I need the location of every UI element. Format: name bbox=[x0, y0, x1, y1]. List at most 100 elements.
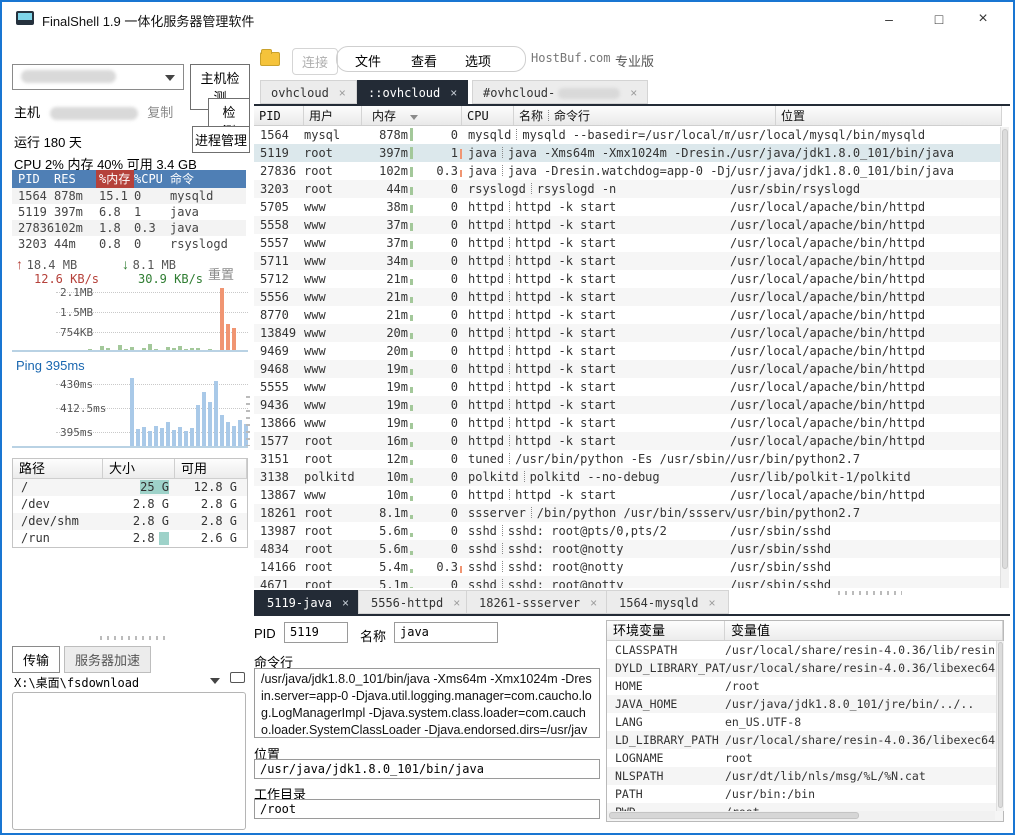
col-user[interactable]: 用户 bbox=[304, 106, 362, 125]
connect-button[interactable]: 连接 bbox=[292, 48, 338, 75]
col-cpu[interactable]: CPU bbox=[462, 106, 514, 125]
process-row[interactable]: 9468www19m0httpdhttpd -k start/usr/local… bbox=[254, 360, 1002, 378]
tab-transfer[interactable]: 传输 bbox=[12, 646, 60, 673]
col-env-value[interactable]: 变量值 bbox=[725, 621, 1003, 640]
host-combo[interactable] bbox=[12, 64, 184, 90]
cmdline-field[interactable]: /usr/java/jdk1.8.0_101/bin/java -Xms64m … bbox=[254, 668, 600, 738]
splitter-handle[interactable] bbox=[246, 396, 250, 446]
process-manage-button[interactable]: 进程管理 bbox=[192, 126, 250, 153]
menu-options[interactable]: 选项 bbox=[456, 48, 500, 73]
env-row[interactable]: NLSPATH/usr/dt/lib/nls/msg/%L/%N.cat bbox=[607, 767, 1003, 785]
open-folder-icon[interactable] bbox=[230, 672, 245, 683]
mini-table-row[interactable]: 320344m0.80rsyslogd bbox=[12, 236, 246, 252]
process-row[interactable]: 3151root12m0tuned/usr/bin/python -Es /us… bbox=[254, 450, 1002, 468]
process-row[interactable]: 5558www37m0httpdhttpd -k start/usr/local… bbox=[254, 216, 1002, 234]
col-pid[interactable]: PID bbox=[254, 106, 304, 125]
pro-version-link[interactable]: 专业版 bbox=[606, 48, 663, 73]
col-mem[interactable]: 内存 bbox=[362, 106, 462, 125]
close-icon[interactable]: × bbox=[342, 596, 349, 610]
mini-header-cell[interactable]: RES bbox=[54, 170, 96, 188]
process-row[interactable]: 27836root102m0.3javajava -Dresin.watchdo… bbox=[254, 162, 1002, 180]
folder-icon[interactable] bbox=[260, 52, 280, 66]
process-row[interactable]: 13849www20m0httpdhttpd -k start/usr/loca… bbox=[254, 324, 1002, 342]
detail-tab-5119-java[interactable]: 5119-java× bbox=[254, 590, 362, 614]
process-row[interactable]: 9469www20m0httpdhttpd -k start/usr/local… bbox=[254, 342, 1002, 360]
process-row[interactable]: 5555www19m0httpdhttpd -k start/usr/local… bbox=[254, 378, 1002, 396]
env-row[interactable]: LD_LIBRARY_PATH/usr/local/share/resin-4.… bbox=[607, 731, 1003, 749]
mini-header-cell[interactable]: PID bbox=[12, 170, 54, 188]
location-field[interactable]: /usr/java/jdk1.8.0_101/bin/java bbox=[254, 759, 600, 779]
disk-table-row[interactable]: /25 G12.8 G bbox=[13, 479, 247, 496]
process-row[interactable]: 1564mysql878m0mysqldmysqld --basedir=/us… bbox=[254, 126, 1002, 144]
process-row[interactable]: 13866www19m0httpdhttpd -k start/usr/loca… bbox=[254, 414, 1002, 432]
process-row[interactable]: 5711www34m0httpdhttpd -k start/usr/local… bbox=[254, 252, 1002, 270]
transfer-list[interactable] bbox=[12, 692, 246, 830]
process-table-scrollbar[interactable] bbox=[1000, 127, 1009, 588]
close-icon[interactable]: × bbox=[708, 596, 715, 610]
disk-table-row[interactable]: /dev/shm2.8 G2.8 G bbox=[13, 513, 247, 530]
process-row[interactable]: 5705www38m0httpdhttpd -k start/usr/local… bbox=[254, 198, 1002, 216]
process-row[interactable]: 8770www21m0httpdhttpd -k start/usr/local… bbox=[254, 306, 1002, 324]
process-row[interactable]: 4671root5.1m0sshdsshd: root@notty/usr/sb… bbox=[254, 576, 1002, 588]
process-row[interactable]: 1577root16m0httpdhttpd -k start/usr/loca… bbox=[254, 432, 1002, 450]
minimize-button[interactable]: – bbox=[874, 8, 904, 30]
process-row[interactable]: 14166root5.4m0.3sshdsshd: root@notty/usr… bbox=[254, 558, 1002, 576]
menu-view[interactable]: 查看 bbox=[402, 48, 446, 73]
mini-table-row[interactable]: 27836102m1.80.3java bbox=[12, 220, 246, 236]
process-row[interactable]: 13987root5.6m0sshdsshd: root@pts/0,pts/2… bbox=[254, 522, 1002, 540]
splitter-handle[interactable] bbox=[100, 636, 170, 640]
process-row[interactable]: 5119root397m1javajava -Xms64m -Xmx1024m … bbox=[254, 144, 1002, 162]
process-row[interactable]: 3203root44m0rsyslogdrsyslogd -n/usr/sbin… bbox=[254, 180, 1002, 198]
env-row[interactable]: JAVA_HOME/usr/java/jdk1.8.0_101/jre/bin/… bbox=[607, 695, 1003, 713]
process-row[interactable]: 9436www19m0httpdhttpd -k start/usr/local… bbox=[254, 396, 1002, 414]
disk-col-size[interactable]: 大小 bbox=[103, 459, 175, 478]
disk-col-free[interactable]: 可用 bbox=[175, 459, 247, 478]
tab-server-accel[interactable]: 服务器加速 bbox=[64, 646, 151, 673]
menu-file[interactable]: 文件 bbox=[346, 48, 390, 73]
detail-tab-1564-mysqld[interactable]: 1564-mysqld× bbox=[606, 590, 729, 614]
mini-header-cell[interactable]: 命令 bbox=[170, 170, 246, 188]
env-row[interactable]: LANGen_US.UTF-8 bbox=[607, 713, 1003, 731]
disk-table-row[interactable]: /run2.8 G2.6 G bbox=[13, 530, 247, 547]
mini-table-row[interactable]: 1564878m15.10mysqld bbox=[12, 188, 246, 204]
process-row[interactable]: 4834root5.6m0sshdsshd: root@notty/usr/sb… bbox=[254, 540, 1002, 558]
maximize-button[interactable]: □ bbox=[924, 8, 954, 30]
disk-col-path[interactable]: 路径 bbox=[13, 459, 103, 478]
pid-field[interactable]: 5119 bbox=[284, 622, 348, 643]
close-icon[interactable]: × bbox=[453, 596, 460, 610]
detail-tab-18261-ssserver[interactable]: 18261-ssserver× bbox=[466, 590, 610, 614]
env-row[interactable]: DYLD_LIBRARY_PATH/usr/local/share/resin-… bbox=[607, 659, 1003, 677]
close-icon[interactable]: × bbox=[630, 86, 637, 100]
process-row[interactable]: 18261root8.1m0ssserver/bin/python /usr/b… bbox=[254, 504, 1002, 522]
session-tab-ovhcloud[interactable]: ovhcloud× bbox=[260, 80, 357, 104]
path-dropdown-icon[interactable] bbox=[210, 678, 220, 684]
env-row[interactable]: LOGNAMEroot bbox=[607, 749, 1003, 767]
disk-table-row[interactable]: /dev2.8 G2.8 G bbox=[13, 496, 247, 513]
col-env-name[interactable]: 环境变量 bbox=[607, 621, 725, 640]
col-name-cmd[interactable]: 名称命令行 bbox=[514, 106, 776, 125]
name-field[interactable]: java bbox=[394, 622, 498, 643]
hostbuf-link[interactable]: HostBuf.com bbox=[522, 48, 619, 68]
mini-header-cell[interactable]: %CPU bbox=[134, 170, 170, 188]
copy-button[interactable]: 复制 bbox=[147, 105, 173, 120]
process-row[interactable]: 5556www21m0httpdhttpd -k start/usr/local… bbox=[254, 288, 1002, 306]
col-location[interactable]: 位置 bbox=[776, 106, 1002, 125]
process-row[interactable]: 13867www10m0httpdhttpd -k start/usr/loca… bbox=[254, 486, 1002, 504]
env-row[interactable]: PATH/usr/bin:/bin bbox=[607, 785, 1003, 803]
process-row[interactable]: 5712www21m0httpdhttpd -k start/usr/local… bbox=[254, 270, 1002, 288]
close-icon[interactable]: × bbox=[339, 86, 346, 100]
detail-tab-5556-httpd[interactable]: 5556-httpd× bbox=[358, 590, 473, 614]
env-table-hscrollbar[interactable] bbox=[607, 811, 995, 820]
process-row[interactable]: 5557www37m0httpdhttpd -k start/usr/local… bbox=[254, 234, 1002, 252]
session-tab-ovhcloud[interactable]: ::ovhcloud× bbox=[357, 80, 468, 104]
env-row[interactable]: CLASSPATH/usr/local/share/resin-4.0.36/l… bbox=[607, 641, 1003, 659]
mini-header-cell[interactable]: %内存 bbox=[96, 170, 134, 188]
mini-table-row[interactable]: 5119397m6.81java bbox=[12, 204, 246, 220]
workdir-field[interactable]: /root bbox=[254, 799, 600, 819]
close-icon[interactable]: × bbox=[590, 596, 597, 610]
session-tab-ovhcloud[interactable]: #ovhcloud-× bbox=[472, 80, 648, 104]
close-button[interactable]: × bbox=[968, 8, 998, 30]
env-table-vscrollbar[interactable] bbox=[996, 641, 1004, 811]
close-icon[interactable]: × bbox=[450, 86, 457, 100]
env-row[interactable]: HOME/root bbox=[607, 677, 1003, 695]
